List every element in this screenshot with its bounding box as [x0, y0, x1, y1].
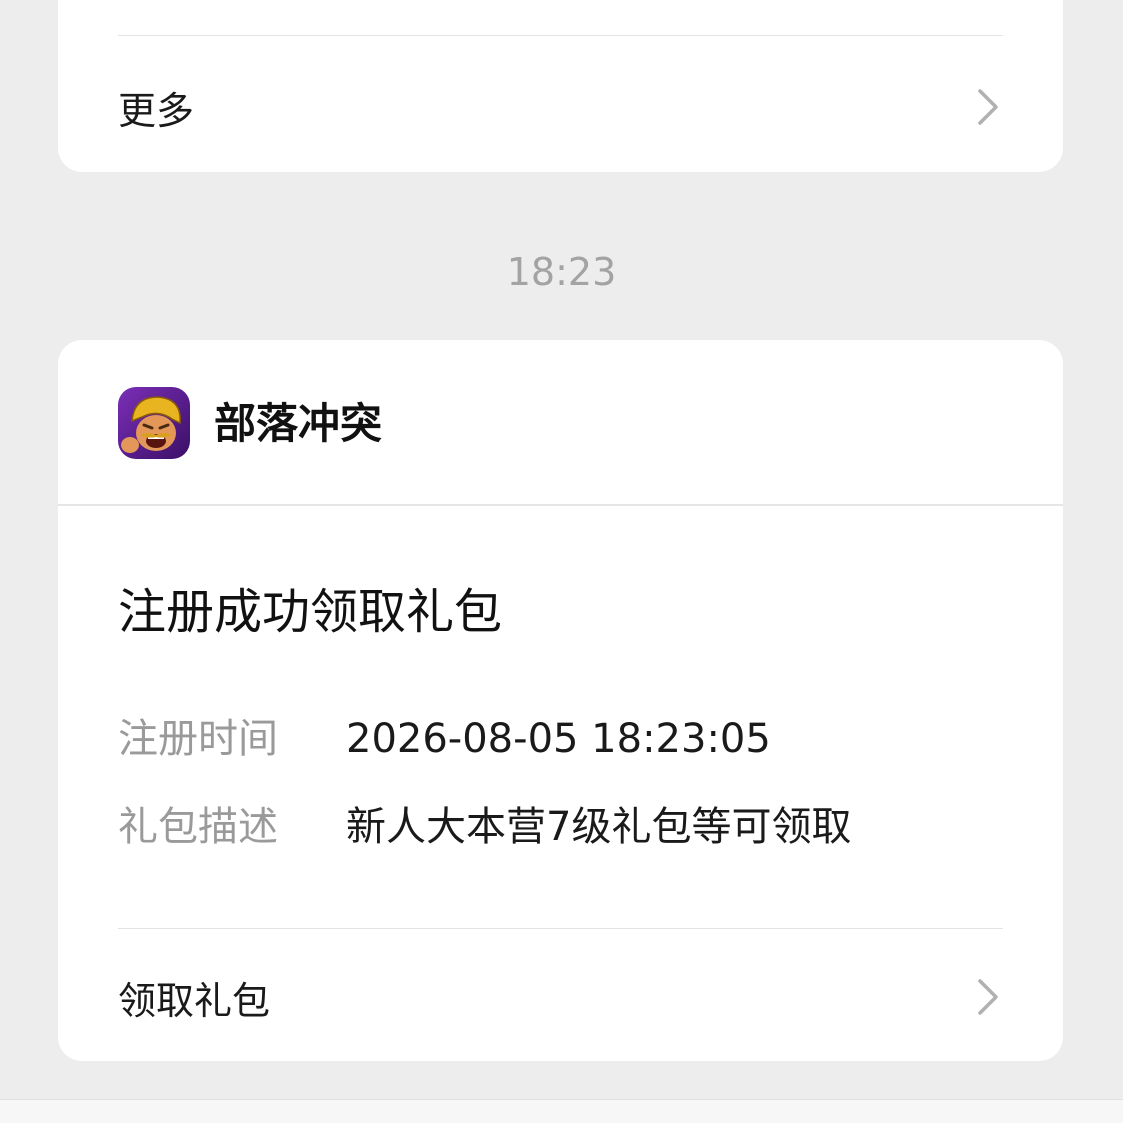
divider — [118, 928, 1003, 929]
message-timestamp: 18:23 — [506, 250, 617, 294]
info-value: 新人大本营7级礼包等可领取 — [346, 804, 852, 850]
notification-title: 注册成功领取礼包 — [118, 584, 503, 640]
chevron-right-icon — [973, 87, 1003, 127]
chat-screen: 更多 18:23 部落冲突 注册成功领取礼包 注册时间 2026-08-05 1… — [0, 0, 1123, 1123]
claim-gift-label: 领取礼包 — [118, 978, 271, 1023]
info-row-register-time: 注册时间 2026-08-05 18:23:05 — [118, 712, 1003, 766]
notification-card[interactable]: 部落冲突 注册成功领取礼包 注册时间 2026-08-05 18:23:05 礼… — [58, 340, 1063, 1061]
clash-of-clans-app-icon — [118, 387, 190, 459]
claim-gift-row[interactable]: 领取礼包 — [118, 962, 1003, 1032]
info-row-gift-description: 礼包描述 新人大本营7级礼包等可领取 — [118, 800, 1003, 854]
info-key: 注册时间 — [118, 716, 278, 762]
chevron-right-icon — [973, 977, 1003, 1017]
card-header: 部落冲突 — [58, 340, 1063, 506]
bottom-bar — [0, 1099, 1123, 1123]
more-label: 更多 — [118, 88, 195, 133]
more-row[interactable]: 更多 — [118, 72, 1003, 142]
info-value: 2026-08-05 18:23:05 — [346, 716, 771, 762]
app-name: 部落冲突 — [214, 399, 383, 448]
previous-notification-card: 更多 — [58, 0, 1063, 172]
info-key: 礼包描述 — [118, 804, 278, 850]
divider — [118, 35, 1003, 36]
